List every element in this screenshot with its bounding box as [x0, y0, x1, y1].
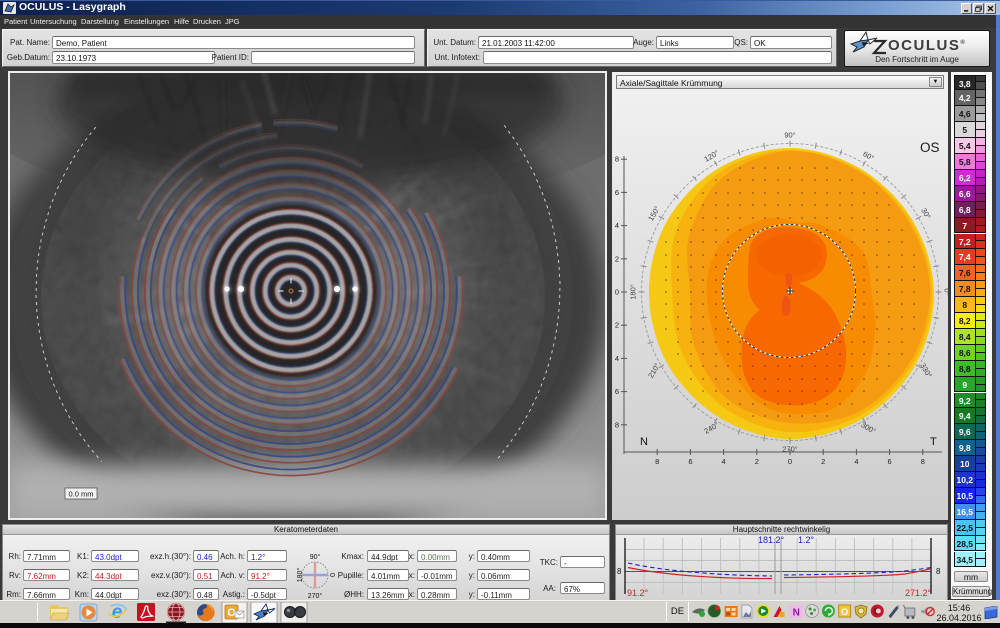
svg-text:4: 4 [854, 457, 858, 466]
svg-text:0.0 mm: 0.0 mm [68, 490, 93, 499]
svg-text:180°: 180° [629, 284, 638, 300]
svg-text:8: 8 [615, 420, 619, 429]
svg-text:2: 2 [615, 254, 619, 263]
svg-text:300°: 300° [860, 420, 878, 436]
svg-text:O: O [841, 607, 848, 617]
svg-text:6: 6 [615, 387, 619, 396]
svg-text:2: 2 [755, 457, 759, 466]
svg-text:0: 0 [615, 288, 619, 297]
svg-text:60°: 60° [861, 149, 875, 162]
svg-text:150°: 150° [646, 205, 662, 223]
svg-text:0°: 0° [943, 288, 949, 295]
svg-text:120°: 120° [703, 148, 721, 164]
svg-text:6: 6 [688, 457, 692, 466]
svg-text:T: T [930, 436, 937, 448]
svg-text:90°: 90° [784, 131, 795, 140]
svg-text:8: 8 [921, 457, 925, 466]
svg-text:0: 0 [788, 457, 792, 466]
svg-text:8: 8 [615, 155, 619, 164]
svg-text:8: 8 [936, 567, 941, 576]
svg-text:4: 4 [615, 221, 619, 230]
svg-text:2: 2 [615, 321, 619, 330]
svg-text:4: 4 [615, 354, 619, 363]
svg-text:OS: OS [920, 140, 940, 155]
svg-text:N: N [793, 608, 800, 619]
svg-text:30°: 30° [919, 206, 932, 220]
svg-text:2: 2 [821, 457, 825, 466]
svg-text:6: 6 [615, 188, 619, 197]
svg-text:6: 6 [888, 457, 892, 466]
svg-text:91.2°: 91.2° [627, 588, 649, 598]
svg-text:4: 4 [722, 457, 726, 466]
svg-text:181.2°: 181.2° [758, 535, 785, 545]
svg-text:271.2°: 271.2° [905, 588, 932, 598]
svg-text:210°: 210° [646, 362, 662, 380]
svg-text:240°: 240° [703, 420, 721, 436]
svg-text:8: 8 [617, 567, 622, 576]
svg-text:N: N [640, 436, 648, 448]
svg-text:330°: 330° [918, 362, 934, 380]
svg-text:8: 8 [655, 457, 659, 466]
svg-text:1.2°: 1.2° [798, 535, 815, 545]
